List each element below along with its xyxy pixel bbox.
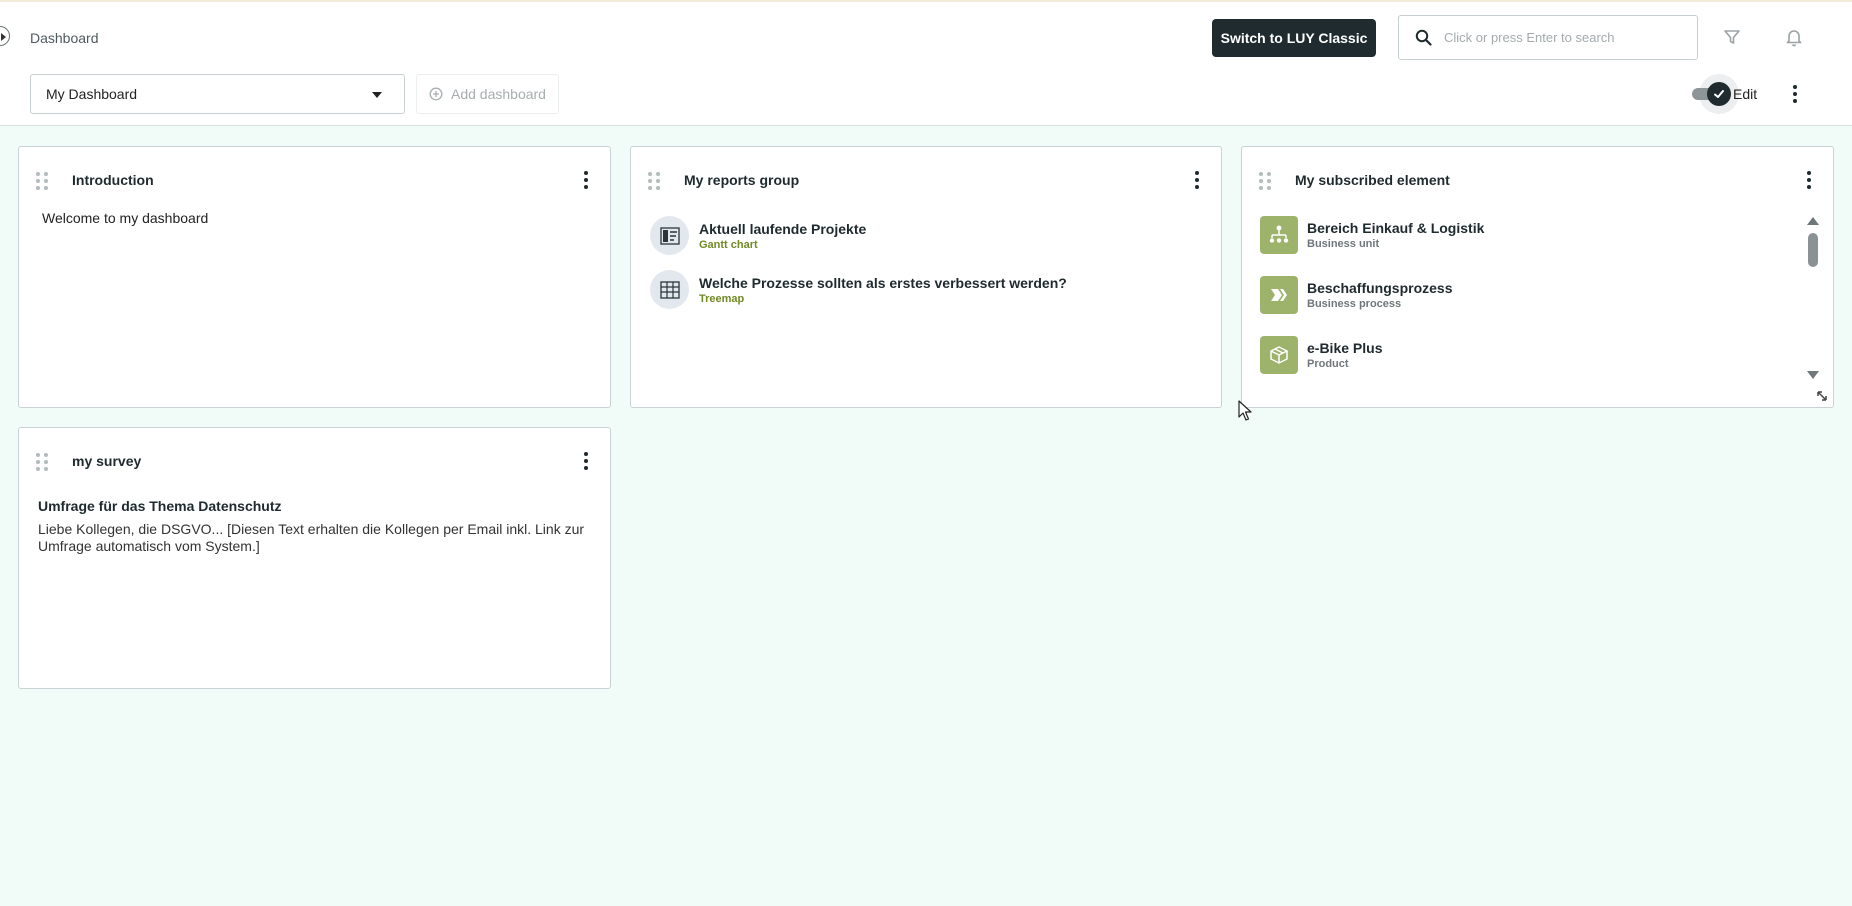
scroll-up-arrow-icon[interactable] xyxy=(1807,217,1819,225)
element-type: Business unit xyxy=(1307,238,1380,250)
scrollbar-thumb[interactable] xyxy=(1808,233,1818,267)
element-type: Product xyxy=(1307,358,1349,370)
report-type: Treemap xyxy=(699,292,745,305)
widget-more-menu-icon[interactable] xyxy=(581,171,591,189)
subscribed-item[interactable]: Beschaffungsprozess Business process xyxy=(1260,276,1452,314)
search-icon xyxy=(1415,29,1432,46)
subscribed-item[interactable]: e-Bike Plus Product xyxy=(1260,336,1382,374)
resize-handle-icon[interactable] xyxy=(1815,389,1829,403)
chevron-down-icon xyxy=(372,92,382,98)
add-dashboard-button[interactable]: Add dashboard xyxy=(416,74,559,114)
widget-title: My reports group xyxy=(684,172,800,188)
widget-more-menu-icon[interactable] xyxy=(581,452,591,470)
report-type: Gantt chart xyxy=(699,238,758,251)
widget-title: Introduction xyxy=(72,172,154,188)
dashboard-select[interactable]: My Dashboard xyxy=(30,74,405,114)
element-title: Bereich Einkauf & Logistik xyxy=(1307,220,1485,236)
switch-classic-button[interactable]: Switch to LUY Classic xyxy=(1212,19,1376,57)
widget-title: my survey xyxy=(72,453,142,469)
add-circle-icon xyxy=(429,87,443,101)
reports-group-widget: My reports group Aktuell laufende Projek… xyxy=(630,146,1222,408)
report-item[interactable]: Welche Prozesse sollten als erstes verbe… xyxy=(650,270,1067,309)
drag-handle-icon[interactable] xyxy=(36,453,48,471)
product-icon xyxy=(1260,336,1298,374)
drag-handle-icon[interactable] xyxy=(648,172,660,190)
report-title: Aktuell laufende Projekte xyxy=(699,220,867,237)
drag-handle-icon[interactable] xyxy=(36,172,48,190)
dashboard-select-value: My Dashboard xyxy=(46,86,138,102)
survey-text: Liebe Kollegen, die DSGVO... [Diesen Tex… xyxy=(38,521,585,554)
introduction-text: Welcome to my dashboard xyxy=(42,210,209,226)
report-title: Welche Prozesse sollten als erstes verbe… xyxy=(699,274,1067,291)
add-dashboard-label: Add dashboard xyxy=(451,86,546,102)
widget-more-menu-icon[interactable] xyxy=(1192,171,1202,189)
edit-toggle[interactable] xyxy=(1692,74,1739,114)
search-input[interactable] xyxy=(1444,30,1684,45)
filter-icon[interactable] xyxy=(1723,28,1741,46)
report-item[interactable]: Aktuell laufende Projekte Gantt chart xyxy=(650,216,866,255)
introduction-widget: Introduction Welcome to my dashboard xyxy=(18,146,611,408)
top-bar: Dashboard Switch to LUY Classic My Dashb… xyxy=(0,0,1852,126)
nav-expand-icon[interactable] xyxy=(0,26,10,46)
survey-widget: my survey Umfrage für das Thema Datensch… xyxy=(18,427,611,689)
widget-more-menu-icon[interactable] xyxy=(1804,171,1814,189)
check-icon xyxy=(1714,90,1724,98)
mouse-cursor-icon xyxy=(1238,400,1252,421)
page-more-menu-icon[interactable] xyxy=(1790,85,1800,103)
gantt-chart-icon xyxy=(650,216,689,255)
subscribed-elements-widget: My subscribed element Bereich Einkauf & … xyxy=(1241,146,1834,408)
business-unit-icon xyxy=(1260,216,1298,254)
subscribed-item[interactable]: Bereich Einkauf & Logistik Business unit xyxy=(1260,216,1484,254)
business-process-icon xyxy=(1260,276,1298,314)
notification-bell-icon[interactable] xyxy=(1784,27,1804,47)
element-title: e-Bike Plus xyxy=(1307,340,1383,356)
treemap-icon xyxy=(650,270,689,309)
breadcrumb[interactable]: Dashboard xyxy=(30,30,99,46)
element-type: Business process xyxy=(1307,298,1402,310)
widget-title: My subscribed element xyxy=(1295,172,1450,188)
scroll-down-arrow-icon[interactable] xyxy=(1807,371,1819,379)
element-title: Beschaffungsprozess xyxy=(1307,280,1453,296)
toggle-knob xyxy=(1707,82,1731,106)
drag-handle-icon[interactable] xyxy=(1259,172,1271,190)
edit-label: Edit xyxy=(1733,86,1758,102)
survey-heading: Umfrage für das Thema Datenschutz xyxy=(38,498,282,514)
search-field[interactable] xyxy=(1398,15,1698,60)
